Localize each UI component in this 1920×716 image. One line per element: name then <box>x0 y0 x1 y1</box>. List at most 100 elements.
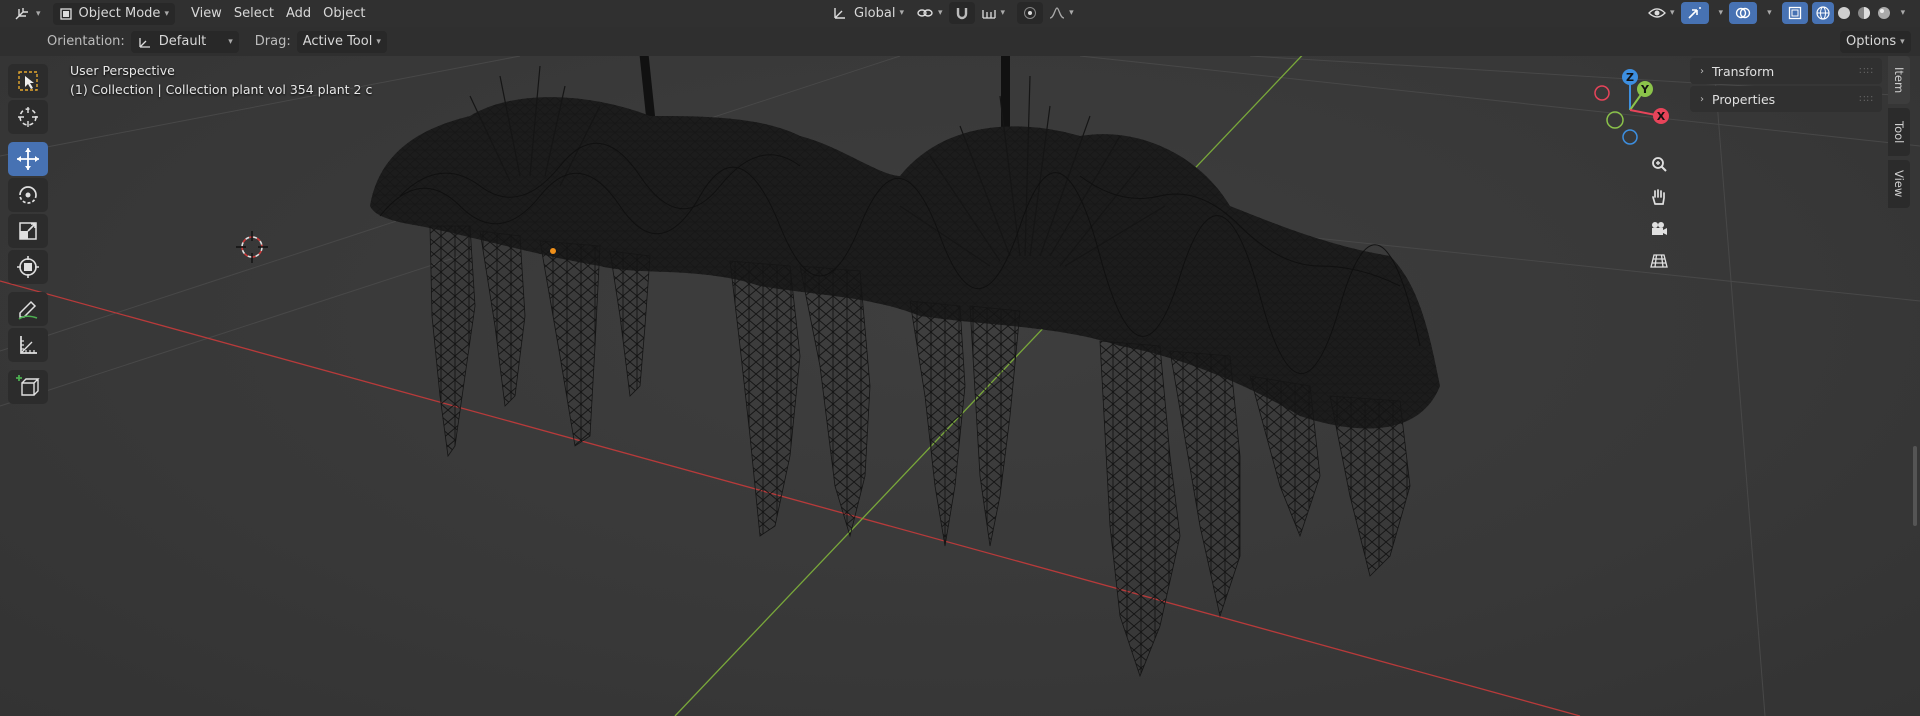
chevron-down-icon: ▾ <box>1900 36 1905 47</box>
move-icon <box>17 148 39 170</box>
panel-properties[interactable]: › Properties ∷∷ <box>1690 86 1882 112</box>
overlays-toggle[interactable] <box>1729 2 1758 24</box>
editor-type-icon <box>15 7 28 19</box>
eye-icon <box>1648 8 1666 18</box>
orientation-setting-value: Default <box>158 34 207 49</box>
shading-rendered-button[interactable] <box>1874 2 1894 24</box>
material-sphere-icon <box>1857 7 1870 19</box>
viewport-header: ▾ Object Mode ▾ View Select Add Object G… <box>0 0 1920 27</box>
gizmo-x-label: X <box>1657 110 1666 123</box>
tool-select-box[interactable] <box>8 64 48 98</box>
chevron-down-icon: ▾ <box>1000 8 1006 18</box>
magnet-icon <box>956 8 967 20</box>
chevron-down-icon: ▾ <box>164 8 169 19</box>
navigation-gizmo[interactable]: Z Y X <box>1585 66 1675 156</box>
3d-cursor[interactable] <box>236 231 268 263</box>
grid-perspective-icon <box>1650 254 1668 268</box>
viewport-scrollbar[interactable] <box>1913 446 1917 526</box>
tab-view-label: View <box>1892 170 1906 198</box>
tool-cursor[interactable] <box>8 100 48 134</box>
gizmo-neg-y[interactable] <box>1606 111 1624 129</box>
drag-grip-icon[interactable]: ∷∷ <box>1859 94 1874 105</box>
zoom-icon <box>1652 157 1667 172</box>
orientation-axes-icon <box>139 37 150 48</box>
xray-icon <box>1788 6 1801 20</box>
orientation-label: Global <box>854 5 896 21</box>
shading-solid-button[interactable] <box>1834 2 1854 24</box>
pan-button[interactable] <box>1644 182 1674 212</box>
camera-icon <box>1652 222 1667 235</box>
3d-viewport[interactable]: User Perspective (1) Collection | Collec… <box>0 56 1920 716</box>
add-cube-icon <box>16 375 40 396</box>
sidebar-panel: › Transform ∷∷ › Properties ∷∷ <box>1690 56 1882 116</box>
shading-wireframe-button[interactable] <box>1811 2 1834 24</box>
menu-select[interactable]: Select <box>228 3 280 25</box>
chevron-down-icon: ▾ <box>1900 8 1906 18</box>
shading-material-button[interactable] <box>1854 2 1874 24</box>
proportional-editing-icon <box>1024 7 1037 19</box>
orientation-axes-icon <box>834 8 845 19</box>
tool-add-cube[interactable] <box>8 370 48 404</box>
menu-view[interactable]: View <box>185 3 228 25</box>
tool-scale[interactable] <box>8 214 48 248</box>
tool-rotate[interactable] <box>8 178 48 212</box>
chevron-down-icon: ▾ <box>36 8 41 19</box>
orientation-setting-label: Orientation: <box>47 34 125 49</box>
transform-icon <box>17 256 39 278</box>
options-label: Options <box>1846 34 1897 49</box>
chevron-down-icon: ▾ <box>938 8 943 18</box>
object-mode-icon <box>59 7 72 20</box>
gizmo-neg-z[interactable] <box>1622 129 1638 145</box>
orientation-setting-dropdown[interactable]: Default ▾ <box>130 30 239 53</box>
wireframe-sphere-icon <box>1815 6 1830 20</box>
toggle-projection-button[interactable] <box>1644 246 1674 276</box>
drag-setting-label: Drag: <box>254 34 291 49</box>
header-center-tools: Global ▾ ▾ ▾ ▾ <box>826 2 1080 24</box>
rendered-sphere-icon <box>1877 7 1890 19</box>
collection-label: (1) Collection | Collection plant vol 35… <box>70 82 373 97</box>
tool-measure[interactable] <box>8 328 48 362</box>
pivot-point-dropdown[interactable]: ▾ <box>910 2 949 24</box>
tab-tool[interactable]: Tool <box>1888 108 1910 156</box>
drag-grip-icon[interactable]: ∷∷ <box>1859 66 1874 77</box>
mode-dropdown[interactable]: Object Mode ▾ <box>52 2 175 25</box>
snap-target-dropdown[interactable]: ▾ <box>975 2 1012 24</box>
gizmo-y-label: Y <box>1640 83 1650 96</box>
menu-object[interactable]: Object <box>317 3 371 25</box>
sidebar-tabs: Item Tool View <box>1888 56 1912 212</box>
options-dropdown[interactable]: Options ▾ <box>1840 30 1911 53</box>
xray-toggle[interactable] <box>1781 2 1808 24</box>
proportional-editing-toggle[interactable] <box>1017 2 1044 24</box>
falloff-dropdown[interactable]: ▾ <box>1043 2 1080 24</box>
tool-move[interactable] <box>8 142 48 176</box>
object-origin-dot <box>550 248 556 254</box>
drag-setting-dropdown[interactable]: Active Tool ▾ <box>296 30 387 53</box>
scale-icon <box>19 222 37 240</box>
zoom-button[interactable] <box>1644 150 1674 180</box>
tab-tool-label: Tool <box>1892 120 1906 144</box>
gizmo-dropdown[interactable]: ▾ <box>1709 2 1730 24</box>
overlays-dropdown[interactable]: ▾ <box>1757 2 1778 24</box>
mode-label: Object Mode <box>78 6 161 21</box>
panel-transform[interactable]: › Transform ∷∷ <box>1690 58 1882 84</box>
tool-annotate[interactable] <box>8 292 48 326</box>
transform-orientation-dropdown[interactable]: Global ▾ <box>826 2 910 24</box>
tool-transform[interactable] <box>8 250 48 284</box>
tab-item-label: Item <box>1892 66 1906 94</box>
select-box-icon <box>18 71 38 91</box>
chevron-down-icon: ▾ <box>1767 8 1772 18</box>
camera-view-button[interactable] <box>1644 214 1674 244</box>
chevron-down-icon: ▾ <box>228 36 233 47</box>
tab-item[interactable]: Item <box>1888 56 1910 104</box>
shading-dropdown[interactable]: ▾ <box>1894 2 1909 24</box>
tab-view[interactable]: View <box>1888 160 1910 208</box>
chevron-right-icon: › <box>1700 65 1704 77</box>
gizmo-icon <box>1687 7 1701 19</box>
gizmo-neg-x[interactable] <box>1594 85 1610 101</box>
snap-toggle[interactable] <box>948 2 975 24</box>
editor-type-button[interactable]: ▾ <box>8 3 47 25</box>
gizmo-toggle[interactable] <box>1680 2 1709 24</box>
visibility-dropdown[interactable]: ▾ <box>1642 2 1681 24</box>
menu-add[interactable]: Add <box>280 3 317 25</box>
overlays-icon <box>1735 7 1751 19</box>
